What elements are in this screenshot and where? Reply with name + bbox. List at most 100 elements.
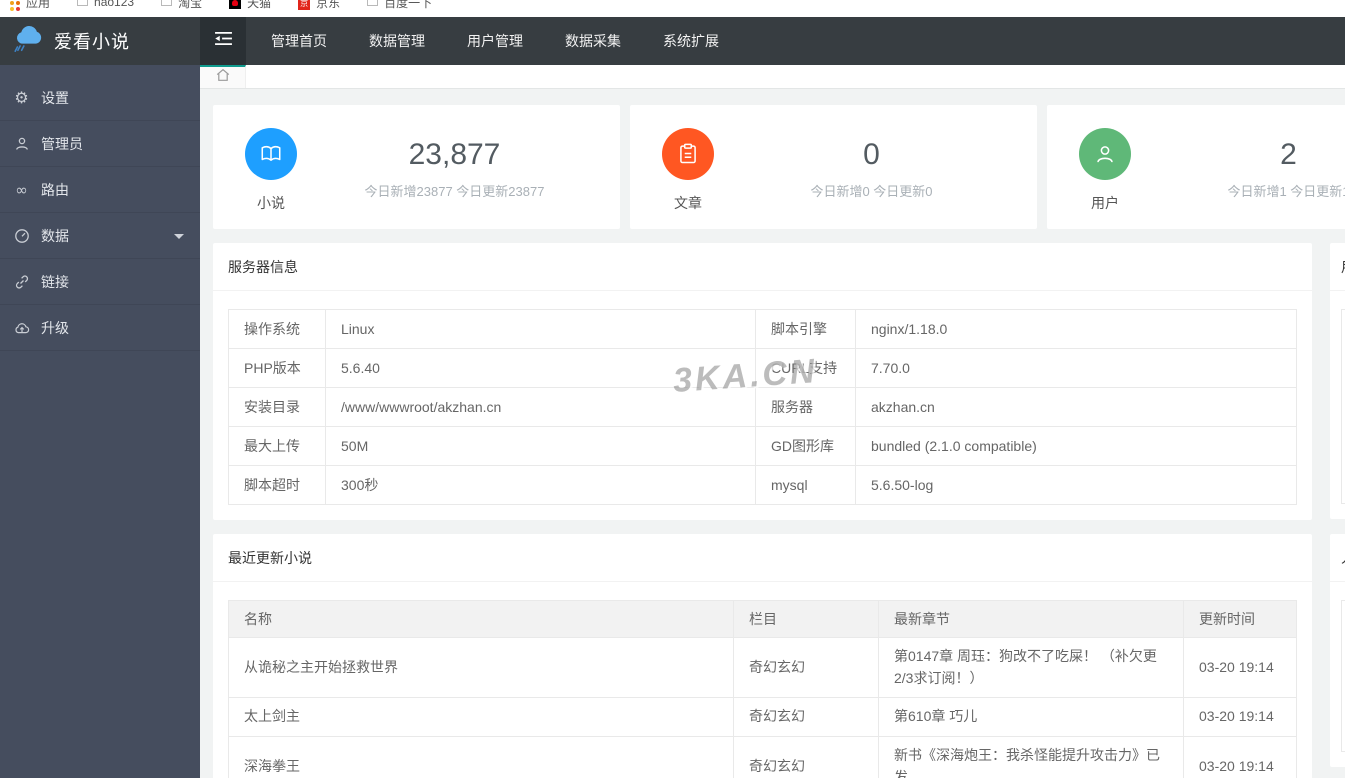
stat-card: 小说 23,877 今日新增23877 今日更新23877 (213, 105, 620, 229)
sidebar-collapse-button[interactable] (200, 17, 246, 65)
server-info-panel: 服务器信息 操作系统 Linux 脚本引擎 nginx/1.18.0 PHP版本… (213, 243, 1312, 520)
info-value: akzhan.cn (855, 387, 1297, 427)
app-title: 爱看小说 (54, 32, 130, 52)
sidebar-item[interactable]: ∞ 路由 (0, 167, 200, 213)
clipped-panel-title: 用 (1330, 243, 1345, 291)
stat-card: 文章 0 今日新增0 今日更新0 (630, 105, 1037, 229)
header-nav-item[interactable]: 系统扩展 (642, 17, 740, 65)
novel-name-cell: 深海拳王 (228, 736, 734, 778)
stat-icon (245, 128, 297, 180)
header-nav-item[interactable]: 用户管理 (446, 17, 544, 65)
sidebar-item[interactable]: ⚙ 设置 (0, 75, 200, 121)
stat-icon (1079, 128, 1131, 180)
bookmark-label: 淘宝 (178, 0, 203, 10)
info-value: 5.6.50-log (855, 465, 1297, 505)
sidebar-item[interactable]: 数据 (0, 213, 200, 259)
browser-bookmarks-bar: 应用 hao123 淘宝 天猫 京 京东 百度一下 (0, 0, 1345, 17)
novel-name-cell: 从诡秘之主开始拯救世界 (228, 636, 734, 699)
novel-category-cell: 奇幻玄幻 (733, 736, 879, 778)
bookmark-label: 京东 (316, 0, 341, 10)
server-info-row: 安装目录 /www/wwwroot/akzhan.cn 服务器 akzhan.c… (228, 387, 1297, 427)
info-label: 脚本引擎 (755, 309, 856, 349)
bookmark-label: hao123 (94, 0, 135, 9)
app-header: 爱看小说 管理首页 数据管理 用户管理 数据采集 系统扩展 (0, 17, 1345, 65)
bookmark-item[interactable]: hao123 (77, 0, 134, 9)
sidebar-item-label: 数据 (41, 227, 69, 244)
stat-value: 2 (1280, 138, 1297, 171)
server-info-row: 操作系统 Linux 脚本引擎 nginx/1.18.0 (228, 309, 1297, 349)
sidebar-item[interactable]: 升级 (0, 305, 200, 351)
sidebar-item[interactable]: 管理员 (0, 121, 200, 167)
info-value: nginx/1.18.0 (855, 309, 1297, 349)
server-info-row: 最大上传 50M GD图形库 bundled (2.1.0 compatible… (228, 426, 1297, 466)
sidebar-item-label: 管理员 (41, 135, 83, 152)
novel-time-cell: 03-20 19:14 (1183, 736, 1297, 778)
bookmark-favicon (367, 0, 379, 9)
info-label: 操作系统 (228, 309, 326, 349)
stat-subtext: 今日新增23877 今日更新23877 (364, 184, 545, 199)
header-nav-item[interactable]: 数据采集 (544, 17, 642, 65)
info-label: 最大上传 (228, 426, 326, 466)
bookmark-favicon (10, 0, 20, 11)
server-info-row: 脚本超时 300秒 mysql 5.6.50-log (228, 465, 1297, 505)
bookmark-favicon (161, 0, 173, 9)
stat-label: 小说 (257, 195, 285, 211)
info-label: GD图形库 (755, 426, 856, 466)
sidebar-item[interactable]: 链接 (0, 259, 200, 305)
table-column-header: 名称 (228, 600, 734, 638)
recent-novels-title: 最近更新小说 (213, 534, 1312, 582)
novel-category-cell: 奇幻玄幻 (733, 697, 879, 738)
bookmark-favicon: 京 (298, 0, 311, 10)
info-label: CURL支持 (755, 348, 856, 388)
app-logo[interactable]: 爱看小说 (0, 17, 200, 65)
tab-home[interactable] (200, 65, 246, 88)
stat-value: 23,877 (408, 138, 501, 171)
bookmark-item[interactable]: 天猫 (229, 0, 271, 11)
info-value: 300秒 (325, 465, 756, 505)
table-row: 太上剑主 奇幻玄幻 第610章 巧儿 03-20 19:14 (228, 697, 1297, 738)
clipped-panel-title: 人 (1330, 534, 1345, 582)
clipped-right-panel-top: 用 (1330, 243, 1345, 519)
header-nav-item[interactable]: 管理首页 (250, 17, 348, 65)
info-value: bundled (2.1.0 compatible) (855, 426, 1297, 466)
sidebar-item-label: 链接 (41, 273, 69, 290)
bookmark-item[interactable]: 淘宝 (161, 0, 202, 11)
novel-chapter-cell: 新书《深海炮王：我杀怪能提升攻击力》已发 (878, 736, 1184, 778)
stat-icon (662, 128, 714, 180)
table-column-header: 更新时间 (1183, 600, 1297, 638)
novel-time-cell: 03-20 19:14 (1183, 636, 1297, 699)
info-label: 脚本超时 (228, 465, 326, 505)
sidebar-item-label: 路由 (41, 181, 69, 198)
bookmark-favicon (77, 0, 89, 9)
info-value: 50M (325, 426, 756, 466)
stat-card: 用户 2 今日新增1 今日更新1 (1047, 105, 1345, 229)
info-label: mysql (755, 465, 856, 505)
bookmark-item[interactable]: 百度一下 (367, 0, 432, 11)
home-icon (215, 67, 231, 88)
table-column-header: 最新章节 (878, 600, 1184, 638)
info-label: 安装目录 (228, 387, 326, 427)
novel-name-cell: 太上剑主 (228, 697, 734, 738)
info-label: 服务器 (755, 387, 856, 427)
server-info-title: 服务器信息 (213, 243, 1312, 291)
sidebar-item-label: 设置 (41, 89, 69, 106)
novel-category-cell: 奇幻玄幻 (733, 636, 879, 699)
info-label: PHP版本 (228, 348, 326, 388)
novel-time-cell: 03-20 19:14 (1183, 697, 1297, 738)
bookmark-item[interactable]: 京 京东 (298, 0, 340, 11)
cloud-rain-logo-icon (13, 25, 45, 58)
collapse-icon (214, 31, 233, 51)
header-nav-item[interactable]: 数据管理 (348, 17, 446, 65)
clipped-right-panel-bottom: 人 (1330, 534, 1345, 767)
sidebar: ⚙ 设置 管理员 ∞ 路由 数据 链接 升级 (0, 65, 200, 778)
novel-chapter-cell: 第610章 巧儿 (878, 697, 1184, 738)
stat-label: 用户 (1091, 195, 1119, 211)
sidebar-item-label: 升级 (41, 319, 69, 336)
info-value: /www/wwwroot/akzhan.cn (325, 387, 756, 427)
bookmark-item[interactable]: 应用 (10, 0, 50, 11)
info-value: 5.6.40 (325, 348, 756, 388)
clipped-panel-box (1341, 600, 1345, 752)
table-header-row: 名称 栏目 最新章节 更新时间 (228, 600, 1297, 638)
clipped-panel-box (1341, 309, 1345, 504)
stat-subtext: 今日新增0 今日更新0 (810, 184, 933, 199)
